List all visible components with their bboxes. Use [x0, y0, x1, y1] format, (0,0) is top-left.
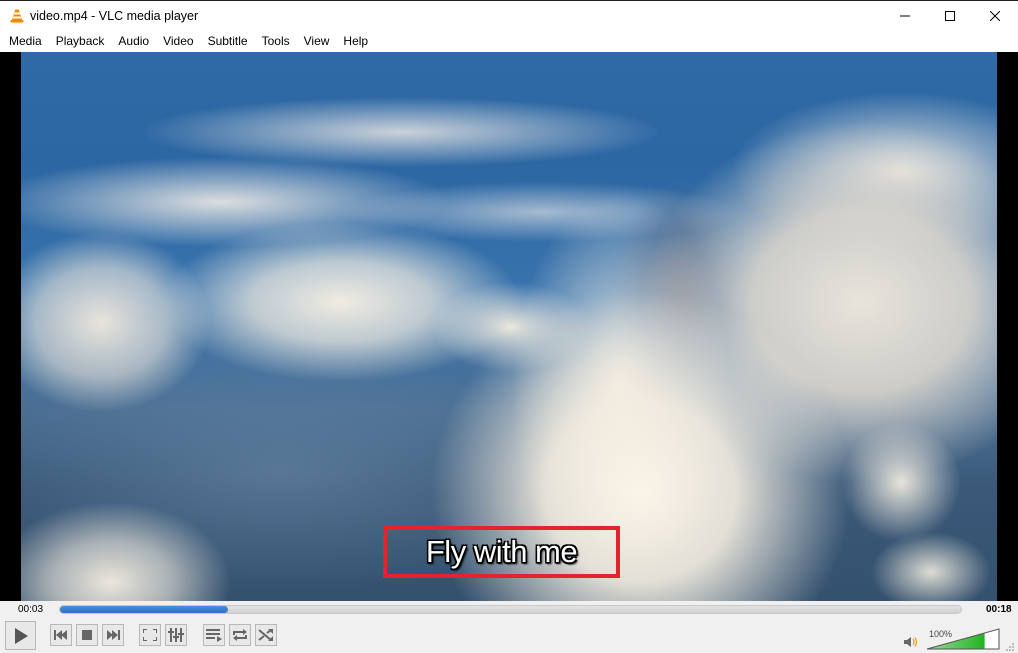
menu-tools[interactable]: Tools	[254, 31, 296, 52]
play-icon	[14, 627, 28, 644]
loop-icon	[233, 629, 247, 641]
close-icon	[990, 11, 1000, 21]
menu-media[interactable]: Media	[0, 31, 48, 52]
shuffle-button[interactable]	[255, 624, 277, 646]
playlist-icon	[206, 629, 222, 642]
video-area[interactable]: Fly with me	[0, 52, 1018, 601]
resize-grip-icon[interactable]	[1005, 641, 1015, 653]
menu-video[interactable]: Video	[155, 31, 199, 52]
minimize-icon	[900, 15, 910, 17]
menu-view[interactable]: View	[296, 31, 336, 52]
menu-audio[interactable]: Audio	[110, 31, 155, 52]
equalizer-icon	[168, 628, 184, 642]
seek-progress-fill	[60, 606, 229, 613]
subtitle-text: Fly with me	[425, 534, 578, 569]
close-button[interactable]	[972, 1, 1018, 31]
shuffle-icon	[258, 629, 273, 641]
video-frame[interactable]: Fly with me	[21, 52, 997, 601]
next-button[interactable]	[102, 624, 124, 646]
maximize-icon	[945, 11, 955, 21]
menu-playback[interactable]: Playback	[48, 31, 111, 52]
volume-percent-label: 100%	[929, 629, 953, 639]
speaker-icon[interactable]	[904, 636, 918, 651]
stop-icon	[82, 630, 92, 640]
menu-help[interactable]: Help	[335, 31, 374, 52]
playlist-button[interactable]	[203, 624, 225, 646]
fullscreen-button[interactable]	[139, 624, 161, 646]
elapsed-time: 00:03	[18, 604, 44, 615]
vlc-cone-icon	[9, 8, 25, 24]
previous-button[interactable]	[50, 624, 72, 646]
fullscreen-icon	[143, 629, 157, 641]
loop-button[interactable]	[229, 624, 251, 646]
play-button[interactable]	[5, 621, 36, 650]
title-bar: video.mp4 - VLC media player	[0, 0, 1018, 31]
total-time[interactable]: 00:18	[986, 604, 1012, 615]
stop-button[interactable]	[76, 624, 98, 646]
skip-previous-icon	[54, 630, 67, 640]
playback-controls: 100%	[0, 619, 1018, 653]
maximize-button[interactable]	[927, 1, 973, 31]
skip-next-icon	[107, 630, 120, 640]
seek-slider[interactable]	[59, 605, 962, 614]
menu-bar: Media Playback Audio Video Subtitle Tool…	[0, 31, 1018, 52]
extended-settings-button[interactable]	[165, 624, 187, 646]
subtitle-highlight-box: Fly with me	[383, 526, 620, 578]
minimize-button[interactable]	[882, 1, 928, 31]
menu-subtitle[interactable]: Subtitle	[200, 31, 254, 52]
window-title: video.mp4 - VLC media player	[30, 9, 199, 23]
seek-bar-row: 00:03 00:18	[0, 601, 1018, 619]
